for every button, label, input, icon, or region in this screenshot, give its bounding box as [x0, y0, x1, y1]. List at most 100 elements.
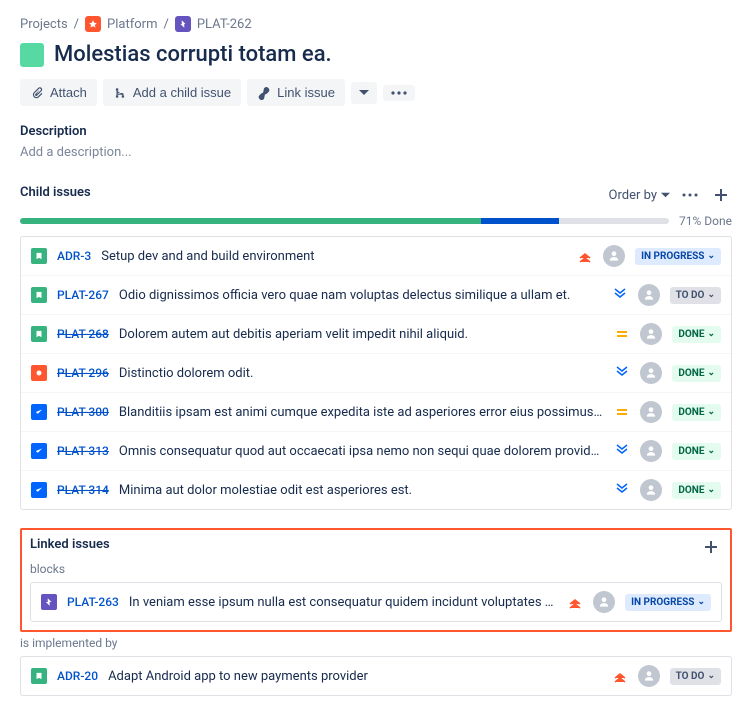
issue-type-icon [31, 365, 47, 381]
issue-key-link[interactable]: PLAT-268 [57, 327, 109, 341]
priority-icon [612, 287, 628, 303]
plus-icon [704, 540, 718, 554]
attach-icon [30, 86, 44, 100]
issue-type-icon [31, 668, 47, 684]
attach-button[interactable]: Attach [20, 79, 97, 106]
issue-key-link[interactable]: PLAT-313 [57, 444, 109, 458]
assignee-avatar[interactable] [638, 284, 660, 306]
issue-row[interactable]: PLAT-268 Dolorem autem aut debitis aperi… [21, 315, 731, 354]
issue-key-link[interactable]: PLAT-300 [57, 405, 109, 419]
issue-key-link[interactable]: PLAT-296 [57, 366, 109, 380]
issue-key-link[interactable]: PLAT-314 [57, 483, 109, 497]
add-child-label: Add a child issue [133, 85, 231, 100]
status-badge[interactable]: IN PROGRESS ⌄ [625, 594, 711, 611]
issue-type-icon [41, 594, 57, 610]
child-issues-label: Child issues [20, 185, 91, 200]
priority-icon [612, 668, 628, 684]
assignee-avatar[interactable] [640, 362, 662, 384]
priority-icon [614, 443, 630, 459]
epic-icon [175, 16, 191, 32]
assignee-avatar[interactable] [640, 401, 662, 423]
linked-issues-list: ADR-20 Adapt Android app to new payments… [20, 656, 732, 696]
link-dropdown-button[interactable] [351, 82, 377, 104]
issue-row[interactable]: PLAT-263 In veniam esse ipsum nulla est … [31, 583, 721, 621]
status-badge[interactable]: IN PROGRESS ⌄ [635, 248, 721, 265]
issue-row[interactable]: PLAT-267 Odio dignissimos officia vero q… [21, 276, 731, 315]
issue-summary: Omnis consequatur quod aut occaecati ips… [119, 444, 604, 459]
issue-row[interactable]: PLAT-296 Distinctio dolorem odit. DONE ⌄ [21, 354, 731, 393]
project-icon [85, 16, 101, 32]
assignee-avatar[interactable] [640, 323, 662, 345]
person-icon [644, 405, 658, 419]
person-icon [607, 249, 621, 263]
priority-icon [614, 365, 630, 381]
action-bar: Attach Add a child issue Link issue [20, 79, 732, 106]
child-issues-list: ADR-3 Setup dev and and build environmen… [20, 236, 732, 510]
assignee-avatar[interactable] [640, 440, 662, 462]
issue-type-icon [31, 404, 47, 420]
issue-summary: Setup dev and and build environment [101, 249, 567, 264]
person-icon [644, 483, 658, 497]
status-badge[interactable]: TO DO ⌄ [670, 668, 721, 685]
assignee-avatar[interactable] [638, 665, 660, 687]
progress-bar: 71% Done [20, 214, 732, 228]
linked-issues-label: Linked issues [30, 537, 110, 552]
person-icon [642, 669, 656, 683]
linked-issues-list: PLAT-263 In veniam esse ipsum nulla est … [30, 582, 722, 622]
breadcrumb-issue[interactable]: PLAT-262 [197, 17, 252, 32]
epic-color-square[interactable] [20, 43, 44, 67]
add-child-button[interactable]: Add a child issue [103, 79, 241, 106]
issue-summary: Adapt Android app to new payments provid… [108, 669, 602, 684]
add-child-plus-button[interactable] [710, 184, 732, 206]
priority-icon [614, 404, 630, 420]
status-badge[interactable]: DONE ⌄ [672, 365, 721, 382]
issue-summary: Distinctio dolorem odit. [119, 366, 604, 381]
tree-icon [113, 86, 127, 100]
issue-row[interactable]: PLAT-313 Omnis consequatur quod aut occa… [21, 432, 731, 471]
link-group-label: is implemented by [20, 636, 732, 650]
issue-summary: Minima aut dolor molestiae odit est aspe… [119, 483, 604, 498]
status-badge[interactable]: DONE ⌄ [672, 443, 721, 460]
breadcrumb-project[interactable]: Platform [107, 17, 157, 32]
link-icon [257, 86, 271, 100]
issue-key-link[interactable]: ADR-3 [57, 249, 91, 263]
issue-key-link[interactable]: PLAT-263 [67, 595, 119, 609]
issue-row[interactable]: PLAT-300 Blanditiis ipsam est animi cumq… [21, 393, 731, 432]
plus-icon [714, 188, 728, 202]
chevron-down-icon [359, 88, 369, 98]
assignee-avatar[interactable] [593, 591, 615, 613]
more-actions-button[interactable] [383, 85, 415, 101]
status-badge[interactable]: DONE ⌄ [672, 404, 721, 421]
priority-icon [614, 482, 630, 498]
order-by-label: Order by [609, 188, 657, 203]
issue-type-icon [31, 326, 47, 342]
assignee-avatar[interactable] [640, 479, 662, 501]
description-label: Description [20, 124, 732, 139]
issue-summary: Blanditiis ipsam est animi cumque expedi… [119, 405, 604, 420]
issue-key-link[interactable]: PLAT-267 [57, 288, 109, 302]
link-label: Link issue [277, 85, 335, 100]
add-link-button[interactable] [700, 536, 722, 558]
issue-row[interactable]: PLAT-314 Minima aut dolor molestiae odit… [21, 471, 731, 509]
issue-type-icon [31, 287, 47, 303]
issue-key-link[interactable]: ADR-20 [57, 669, 98, 683]
breadcrumb: Projects / Platform / PLAT-262 [20, 16, 732, 32]
description-field[interactable]: Add a description... [20, 145, 732, 160]
person-icon [644, 327, 658, 341]
title-row: Molestias corrupti totam ea. [20, 42, 732, 67]
status-badge[interactable]: TO DO ⌄ [670, 287, 721, 304]
person-icon [644, 444, 658, 458]
issue-summary: Odio dignissimos officia vero quae nam v… [119, 288, 602, 303]
status-badge[interactable]: DONE ⌄ [672, 326, 721, 343]
issue-title[interactable]: Molestias corrupti totam ea. [54, 42, 332, 67]
status-badge[interactable]: DONE ⌄ [672, 482, 721, 499]
issue-row[interactable]: ADR-3 Setup dev and and build environmen… [21, 237, 731, 276]
progress-inprogress-segment [481, 218, 559, 224]
child-more-button[interactable] [678, 189, 702, 201]
breadcrumb-projects[interactable]: Projects [20, 17, 68, 32]
order-by-dropdown[interactable]: Order by [609, 188, 670, 203]
assignee-avatar[interactable] [603, 245, 625, 267]
progress-done-segment [20, 218, 481, 224]
issue-row[interactable]: ADR-20 Adapt Android app to new payments… [21, 657, 731, 695]
link-issue-button[interactable]: Link issue [247, 79, 345, 106]
